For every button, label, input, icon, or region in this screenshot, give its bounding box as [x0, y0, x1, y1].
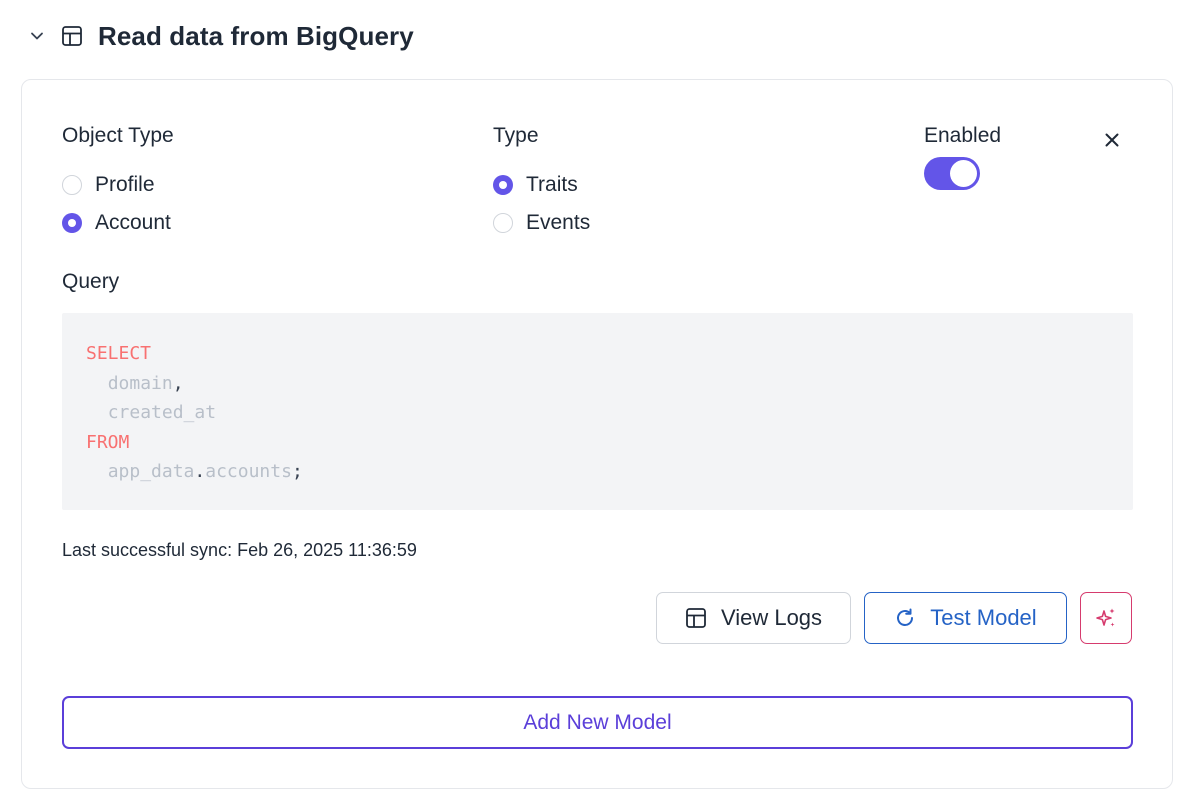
object-type-label: Object Type	[62, 124, 174, 147]
view-logs-label: View Logs	[720, 605, 823, 630]
radio-profile-indicator[interactable]	[62, 175, 82, 195]
query-label: Query	[62, 270, 120, 293]
query-line: app_data.accounts;	[86, 457, 1109, 487]
add-new-model-button[interactable]: Add New Model	[62, 696, 1133, 749]
test-model-button[interactable]: Test Model	[864, 592, 1067, 644]
type-label: Type	[493, 124, 539, 147]
chevron-down-icon[interactable]	[28, 27, 46, 45]
table-icon	[685, 607, 707, 629]
radio-traits[interactable]: Traits	[493, 171, 578, 199]
query-line: domain,	[86, 369, 1109, 399]
section-header: Read data from BigQuery	[28, 20, 414, 52]
sql-keyword: FROM	[86, 431, 130, 453]
sql-identifier: app_data	[107, 461, 195, 482]
enabled-toggle[interactable]	[924, 157, 980, 190]
sparkles-icon	[1094, 606, 1118, 630]
radio-profile[interactable]: Profile	[62, 171, 155, 199]
sql-punct: ;	[291, 461, 303, 482]
sql-punct: .	[194, 461, 206, 482]
radio-traits-indicator[interactable]	[493, 175, 513, 195]
view-logs-button[interactable]: View Logs	[656, 592, 851, 644]
radio-account[interactable]: Account	[62, 209, 171, 237]
query-line: SELECT	[86, 339, 1109, 369]
sql-identifier: created_at	[107, 402, 217, 423]
query-editor[interactable]: SELECT domain, created_at FROM app_data.a…	[62, 313, 1133, 510]
model-card: Object Type Profile Account Type Traits …	[21, 79, 1173, 789]
enabled-label: Enabled	[924, 124, 1002, 147]
query-line: created_at	[86, 398, 1109, 428]
sql-keyword: SELECT	[86, 343, 152, 364]
sql-punct: ,	[172, 372, 184, 394]
radio-events-indicator[interactable]	[493, 213, 513, 233]
radio-traits-label: Traits	[526, 173, 578, 196]
table-icon	[60, 24, 84, 48]
sql-identifier: domain	[107, 372, 173, 394]
last-sync-text: Last successful sync: Feb 26, 2025 11:36…	[62, 540, 417, 560]
toggle-knob	[950, 160, 977, 187]
radio-events[interactable]: Events	[493, 209, 590, 237]
section-title: Read data from BigQuery	[98, 20, 414, 51]
radio-profile-label: Profile	[95, 173, 155, 196]
sql-identifier: accounts	[205, 461, 292, 482]
ai-assist-button[interactable]	[1080, 592, 1132, 644]
close-icon[interactable]	[1100, 128, 1124, 152]
query-line: FROM	[86, 428, 1109, 458]
radio-account-label: Account	[95, 211, 171, 234]
radio-events-label: Events	[526, 211, 591, 234]
test-model-label: Test Model	[930, 605, 1037, 630]
refresh-icon	[894, 607, 916, 629]
radio-account-indicator[interactable]	[62, 213, 82, 233]
